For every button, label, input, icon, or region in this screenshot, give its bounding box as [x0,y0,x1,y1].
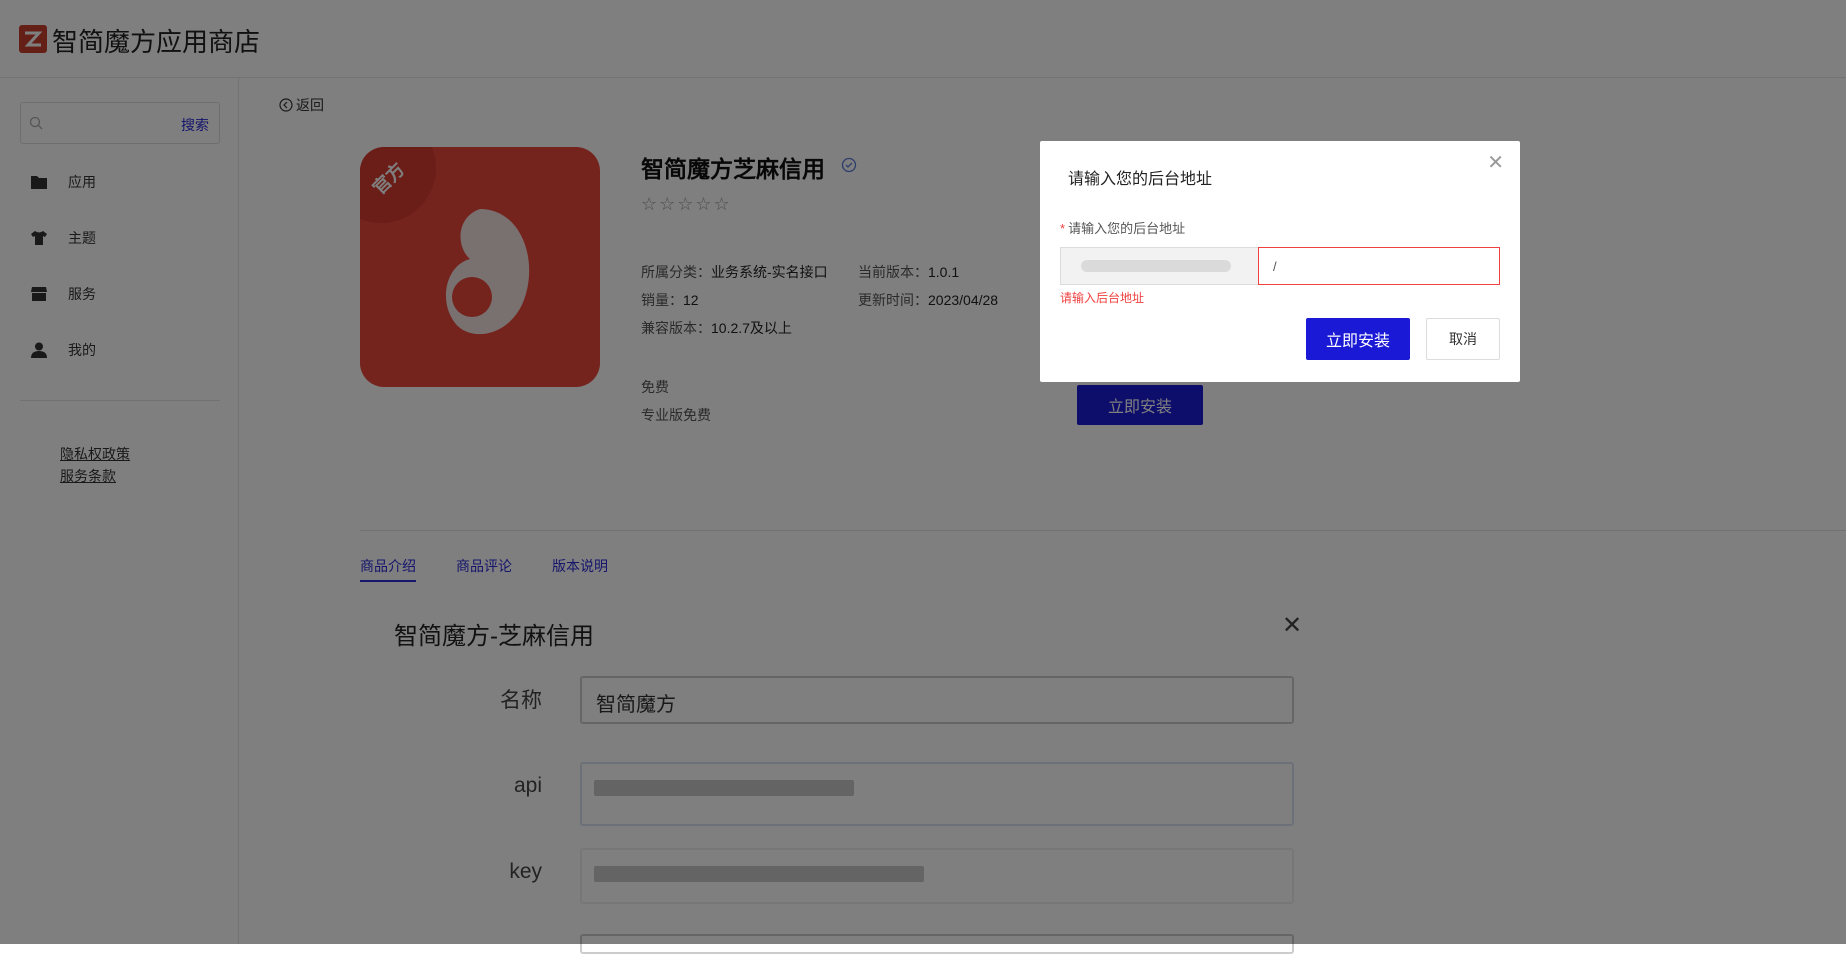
blurred-domain [1081,260,1231,272]
modal-overlay[interactable] [0,0,1846,944]
dialog-error-message: 请输入后台地址 [1060,291,1145,305]
dialog-title: 请输入您的后台地址 [1068,171,1213,188]
dialog-field-label: * 请输入您的后台地址 [1060,218,1185,237]
dialog-install-button[interactable]: 立即安装 [1306,318,1410,360]
dialog-close-icon[interactable]: ✕ [1487,153,1504,173]
dialog-field-label-text: 请输入您的后台地址 [1068,221,1186,236]
backend-address-input[interactable] [1258,247,1500,285]
backend-address-dialog: 请输入您的后台地址 ✕ *请输入您的后台地址 请输入后台地址 立即安装 取消 [1040,141,1520,382]
backend-address-prefix [1060,247,1258,285]
required-mark: * [1060,221,1066,236]
dialog-cancel-button[interactable]: 取消 [1426,318,1500,360]
